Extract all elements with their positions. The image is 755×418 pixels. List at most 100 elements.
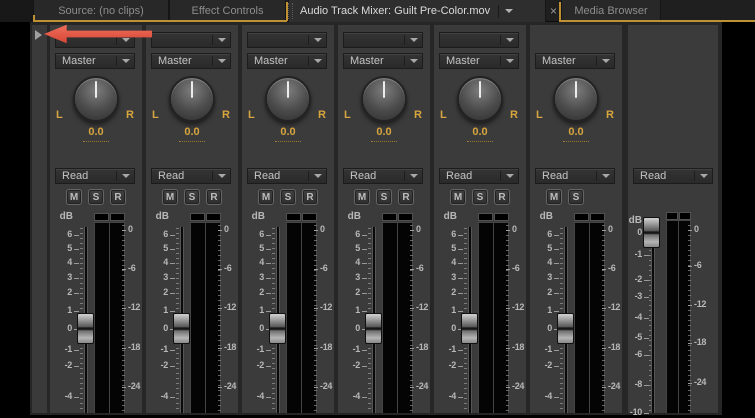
scale-tick xyxy=(74,311,79,312)
panel-menu-icon[interactable] xyxy=(505,9,514,13)
solo-button[interactable]: S xyxy=(376,189,392,205)
scale-tick xyxy=(688,266,692,267)
scale-tick xyxy=(362,366,367,367)
pan-knob[interactable] xyxy=(169,76,215,122)
solo-button[interactable]: S xyxy=(88,189,104,205)
pan-knob[interactable] xyxy=(457,76,503,122)
pan-value-underline xyxy=(179,141,205,142)
solo-button[interactable]: S xyxy=(568,189,584,205)
fader-handle[interactable] xyxy=(269,313,286,344)
pan-knob[interactable] xyxy=(553,76,599,122)
scale-tick-label: -2 xyxy=(352,360,361,370)
solo-button[interactable]: S xyxy=(184,189,200,205)
tab-audio-track-mixer[interactable]: Audio Track Mixer: Guilt Pre-Color.mov xyxy=(288,0,546,22)
meter-column-left xyxy=(575,223,589,413)
focus-outline xyxy=(559,2,561,21)
tab-effect-controls[interactable]: Effect Controls xyxy=(169,0,286,21)
clip-indicators[interactable] xyxy=(94,213,125,221)
fader-handle[interactable] xyxy=(365,313,382,344)
scale-tick xyxy=(362,249,367,250)
clip-indicators[interactable] xyxy=(190,213,221,221)
scale-tick-label: -4 xyxy=(544,391,553,401)
vu-meter xyxy=(286,222,317,413)
fader-handle[interactable] xyxy=(461,313,478,344)
knob-pointer xyxy=(287,81,289,98)
scale-tick-label: -1 xyxy=(352,344,361,354)
channel-strip: Master L R 0.0 Read M S R dB 6 5 4 3 2 1 0 -1 -2… xyxy=(338,25,430,413)
scale-tick-label: -18 xyxy=(320,342,333,352)
scale-tick xyxy=(554,263,559,264)
pan-value-underline xyxy=(563,141,589,142)
clip-indicator-left[interactable] xyxy=(574,213,589,221)
clip-indicators[interactable] xyxy=(478,213,509,221)
scale-tick-label: -6 xyxy=(224,263,232,273)
tab-media-browser[interactable]: Media Browser xyxy=(561,0,661,21)
clip-indicator-left[interactable] xyxy=(666,212,678,220)
solo-button[interactable]: S xyxy=(472,189,488,205)
tab-source-monitor[interactable]: Source: (no clips) xyxy=(33,0,169,21)
scale-tick xyxy=(362,293,367,294)
fader-handle[interactable] xyxy=(77,313,94,344)
solo-button[interactable]: S xyxy=(280,189,296,205)
knob-pointer xyxy=(95,81,97,98)
scale-tick-label: -1 xyxy=(634,249,643,259)
clip-indicator-left[interactable] xyxy=(190,213,205,221)
pan-knob[interactable] xyxy=(361,76,407,122)
scale-tick-label: -1 xyxy=(64,344,73,354)
scale-tick-label: 2 xyxy=(163,287,168,297)
fader-handle[interactable] xyxy=(557,313,574,344)
meter-scale: 0 -6 -12 -18 -24 xyxy=(602,25,622,413)
scale-tick xyxy=(458,235,463,236)
clip-indicator-left[interactable] xyxy=(286,213,301,221)
clip-indicators[interactable] xyxy=(574,213,605,221)
pan-knob[interactable] xyxy=(265,76,311,122)
clip-indicators[interactable] xyxy=(286,213,317,221)
scale-tick xyxy=(362,397,367,398)
scale-tick-label: -6 xyxy=(694,260,702,270)
fader-scale: 6 5 4 3 2 1 0 -1 -2 -4 xyxy=(530,25,559,413)
tab-label: Audio Track Mixer: Guilt Pre-Color.mov xyxy=(300,5,491,17)
fader-handle[interactable] xyxy=(643,217,660,248)
scale-tick-label: 2 xyxy=(259,287,264,297)
clip-indicator-left[interactable] xyxy=(94,213,109,221)
scale-tick xyxy=(266,397,271,398)
scale-tick-label: 4 xyxy=(67,257,72,267)
tab-label: Media Browser xyxy=(574,4,648,17)
scale-tick-label: 0 xyxy=(608,224,613,234)
panel-gripper-icon[interactable] xyxy=(288,3,293,19)
scale-tick-label: 6 xyxy=(547,229,552,239)
scale-tick xyxy=(170,263,175,264)
scale-tick-label: 2 xyxy=(547,287,552,297)
scale-tick xyxy=(458,293,463,294)
scale-tick-label: 6 xyxy=(163,229,168,239)
scale-tick xyxy=(74,397,79,398)
scale-tick xyxy=(218,269,222,270)
scale-tick-label: 4 xyxy=(451,257,456,267)
scale-tick xyxy=(458,311,463,312)
scale-tick-label: 1 xyxy=(163,305,168,315)
scale-tick xyxy=(688,230,692,231)
scale-tick-label: 5 xyxy=(451,243,456,253)
clip-indicator-left[interactable] xyxy=(478,213,493,221)
scale-tick-label: -2 xyxy=(160,360,169,370)
panel-tab-bar: Source: (no clips) Effect Controls Audio… xyxy=(0,0,755,22)
clip-indicators[interactable] xyxy=(382,213,413,221)
tab-label: Effect Controls xyxy=(191,4,264,17)
scale-tick-label: -24 xyxy=(694,377,707,387)
scale-tick xyxy=(122,269,126,270)
scale-tick xyxy=(170,293,175,294)
pan-knob[interactable] xyxy=(73,76,119,122)
scale-tick xyxy=(74,278,79,279)
scale-tick-label: -24 xyxy=(512,381,525,391)
pan-value-underline xyxy=(275,141,301,142)
expand-effects-sends-icon[interactable] xyxy=(35,30,42,40)
channel-strip: Master L R 0.0 Read M S R dB 6 5 4 3 2 1 0 -1 -2… xyxy=(242,25,334,413)
fader-track[interactable] xyxy=(651,224,655,413)
scale-tick-label: 2 xyxy=(355,287,360,297)
channel-strip: Master L R 0.0 Read M S R dB 6 5 4 3 2 1 0 -1 -2… xyxy=(50,25,142,413)
tab-separator xyxy=(498,4,500,18)
meter-scale: 0 -6 -12 -18 -24 xyxy=(314,25,334,413)
clip-indicator-left[interactable] xyxy=(382,213,397,221)
fader-handle[interactable] xyxy=(173,313,190,344)
scale-tick-label: -12 xyxy=(416,302,429,312)
